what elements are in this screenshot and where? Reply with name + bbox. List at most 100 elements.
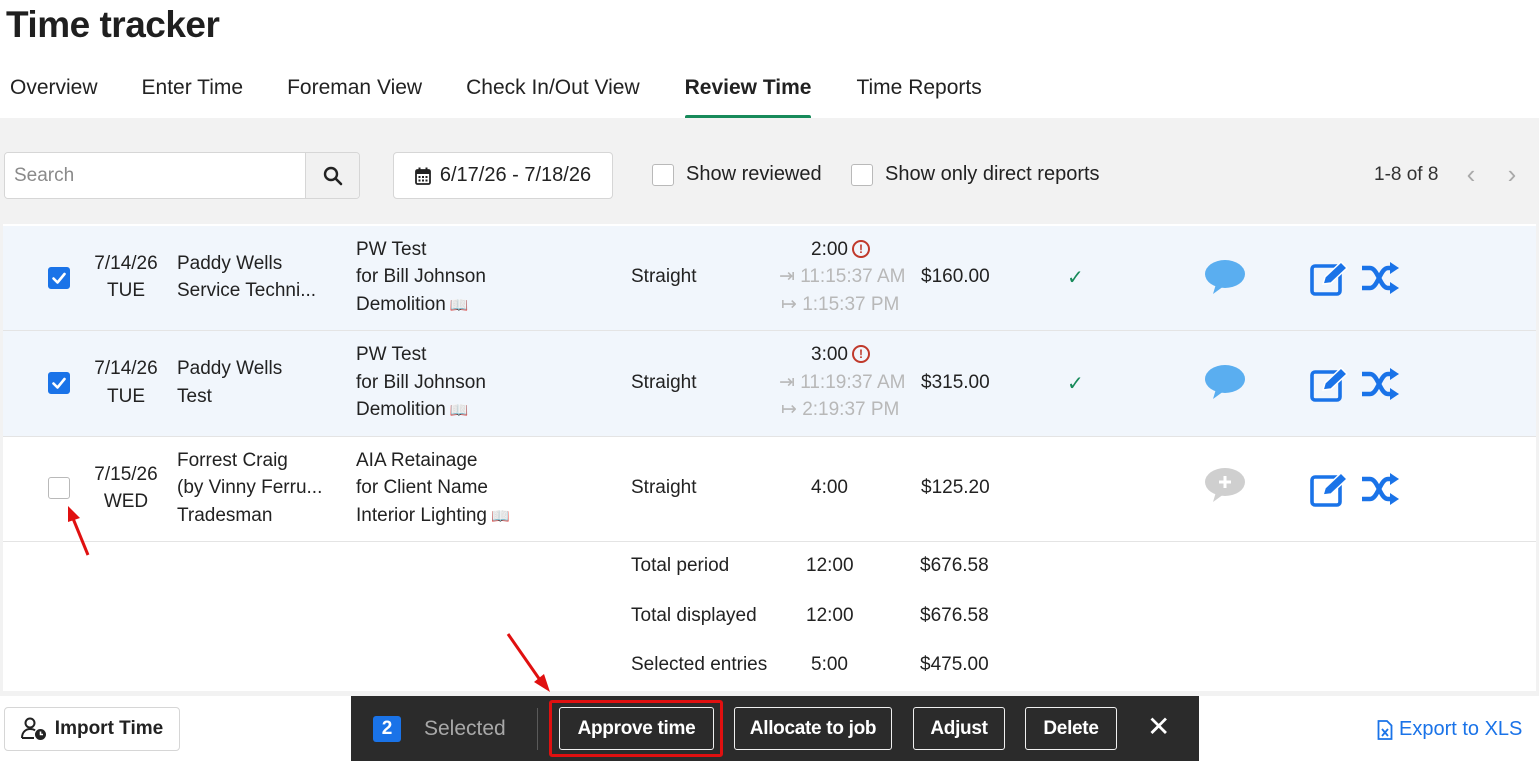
job-client: for Bill Johnson [356,372,486,393]
check-out-icon: ↦ [781,399,797,420]
tab-time-reports[interactable]: Time Reports [856,72,981,118]
employee-name[interactable]: Paddy Wells [177,355,282,383]
show-direct-reports-checkbox[interactable] [851,163,873,186]
table-row[interactable]: 7/14/26 TUE Paddy Wells Test PW Test for… [3,331,1536,437]
approve-time-button[interactable]: Approve time [559,707,714,750]
excel-file-icon [1377,719,1393,740]
check-out-time: ↦ 2:19:37 PM [781,396,899,424]
show-reviewed-label: Show reviewed [686,163,822,185]
tab-bar: Overview Enter Time Foreman View Check I… [0,72,982,120]
allocate-to-job-button[interactable]: Allocate to job [734,707,892,750]
check-out-icon: ↦ [781,294,797,315]
prev-page-icon[interactable]: ‹ [1460,160,1482,190]
job-name[interactable]: AIA Retainage [356,447,477,475]
cost-code-label: Demolition [356,399,446,420]
edit-icon[interactable] [1310,366,1349,407]
selected-label: Selected [424,717,506,740]
selected-count-badge: 2 [373,716,401,742]
import-time-label: Import Time [54,718,164,739]
employee-role: Service Techni... [177,280,317,301]
checkmark-icon [52,377,66,389]
table-row[interactable]: 7/15/26 WED Forrest Craig (by Vinny Ferr… [3,437,1536,542]
entry-amount: $315.00 [921,372,990,393]
check-in-value: 11:19:37 AM [800,372,906,393]
tab-check-in-out-view[interactable]: Check In/Out View [466,72,640,118]
entry-date: 7/14/26 [94,358,158,379]
export-xls-button[interactable]: Export to XLS [1377,718,1522,741]
table-row[interactable]: 7/14/26 TUE Paddy Wells Service Techni..… [3,226,1536,331]
time-entries-table: 7/14/26 TUE Paddy Wells Service Techni..… [3,224,1536,691]
job-cost-code: Demolition 📖 [356,396,468,425]
entry-date: 7/14/26 [94,253,158,274]
job-client: for Client Name [356,477,488,498]
tab-foreman-view[interactable]: Foreman View [287,72,422,118]
import-time-button[interactable]: Import Time [4,707,180,751]
search-icon [323,166,342,185]
entry-amount: $160.00 [921,266,990,287]
selected-entries-label: Selected entries [631,654,768,675]
warning-icon[interactable]: ! [851,240,870,258]
comment-icon[interactable] [1204,259,1246,300]
job-cost-code: Demolition 📖 [356,291,468,320]
employee-name[interactable]: Paddy Wells [177,250,282,278]
show-reviewed-checkbox[interactable] [652,163,674,186]
close-icon[interactable]: ✕ [1147,712,1170,742]
show-direct-reports-toggle[interactable]: Show only direct reports [851,163,1100,186]
total-period-label: Total period [631,555,730,576]
row-checkbox[interactable] [48,372,70,394]
row-checkbox[interactable] [48,267,70,289]
warning-icon[interactable]: ! [851,345,870,363]
check-out-value: 1:15:37 PM [802,294,900,315]
user-clock-icon [20,717,46,740]
date-range-label: 6/17/26 - 7/18/26 [439,164,592,186]
hours-value: 2:00 [811,239,848,260]
hours-value: 4:00 [811,477,848,498]
check-in-icon: ⇥ [779,372,795,393]
show-reviewed-toggle[interactable]: Show reviewed [652,163,822,186]
action-bar-divider [537,708,538,750]
check-in-time: ⇥ 11:15:37 AM [779,263,905,291]
add-comment-icon[interactable] [1204,467,1246,508]
row-checkbox[interactable] [48,477,70,499]
selected-entries-amount: $475.00 [920,654,989,675]
check-out-value: 2:19:37 PM [802,399,900,420]
adjust-button[interactable]: Adjust [913,707,1005,750]
date-range-picker[interactable]: 6/17/26 - 7/18/26 [393,152,613,199]
search-button[interactable] [305,153,359,198]
check-out-time: ↦ 1:15:37 PM [781,291,899,319]
total-displayed-amount: $676.58 [920,605,989,626]
check-in-value: 11:15:37 AM [800,266,906,287]
job-name[interactable]: PW Test [356,341,426,369]
bulk-action-bar: 2 Selected Approve time Allocate to job … [351,696,1199,761]
edit-icon[interactable] [1310,471,1349,512]
employee-name[interactable]: Forrest Craig [177,447,288,475]
comment-icon[interactable] [1204,364,1246,405]
book-icon: 📖 [449,402,469,419]
cost-code-label: Demolition [356,294,446,315]
export-xls-label: Export to XLS [1399,718,1523,740]
check-in-icon: ⇥ [779,266,795,287]
reallocate-shuffle-icon[interactable] [1360,473,1400,510]
pay-type: Straight [631,372,697,393]
approved-check-icon: ✓ [1067,267,1084,289]
job-name[interactable]: PW Test [356,236,426,264]
tab-overview[interactable]: Overview [10,72,98,118]
employee-role: Tradesman [177,505,273,526]
reallocate-shuffle-icon[interactable] [1360,262,1400,299]
edit-icon[interactable] [1310,260,1349,301]
reallocate-shuffle-icon[interactable] [1360,368,1400,405]
hours-cell: 3:00! [811,341,870,369]
check-in-time: ⇥ 11:19:37 AM [779,369,905,397]
tab-enter-time[interactable]: Enter Time [142,72,244,118]
hours-cell: 2:00! [811,236,870,264]
entry-day: TUE [107,386,145,407]
next-page-icon[interactable]: › [1501,160,1523,190]
entry-date: 7/15/26 [94,464,158,485]
total-period-amount: $676.58 [920,555,989,576]
approved-check-icon: ✓ [1067,373,1084,395]
delete-button[interactable]: Delete [1025,707,1117,750]
tab-review-time[interactable]: Review Time [684,72,811,120]
employee-entered-by: (by Vinny Ferru... [177,477,323,498]
cost-code-label: Interior Lighting [356,505,487,526]
search-input[interactable] [5,153,305,198]
